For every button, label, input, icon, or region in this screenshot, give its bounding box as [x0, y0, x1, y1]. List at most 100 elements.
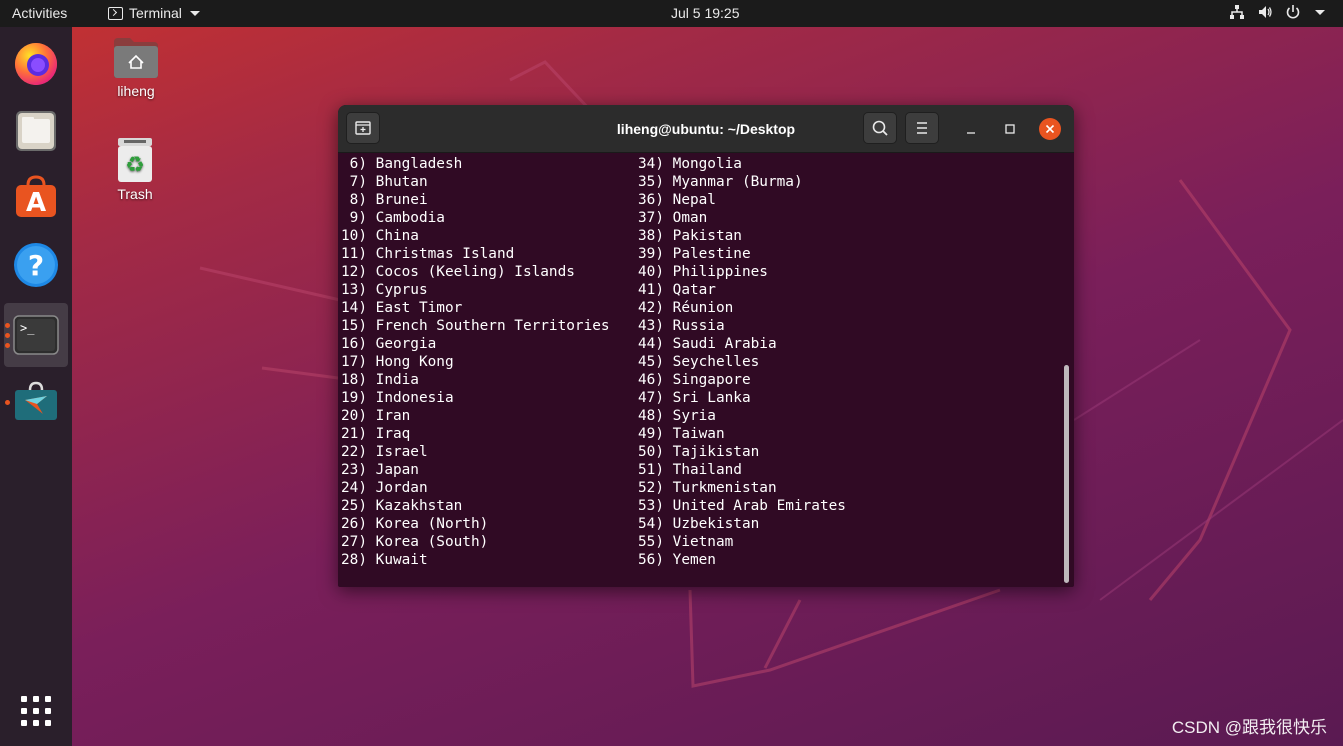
running-indicator [5, 333, 10, 338]
terminal-line: 42) Réunion [638, 300, 734, 316]
volume-icon [1259, 6, 1272, 18]
terminal-line: 44) Saudi Arabia [638, 336, 777, 352]
trash-icon: ♻ [118, 138, 152, 182]
terminal-line: 36) Nepal [638, 192, 716, 208]
top-bar: Activities Terminal Jul 5 19:25 [0, 0, 1343, 27]
terminal-line: 21) Iraq [341, 426, 411, 442]
terminal-line: 46) Singapore [638, 372, 751, 388]
dock-files[interactable] [0, 98, 72, 162]
terminal-line: 39) Palestine [638, 246, 751, 262]
power-icon [1286, 5, 1300, 19]
terminal-headerbar[interactable]: liheng@ubuntu: ~/Desktop [338, 105, 1074, 153]
terminal-line: 28) Kuwait [341, 552, 428, 568]
help-icon: ? [14, 243, 58, 287]
terminal-line: 50) Tajikistan [638, 444, 760, 460]
terminal-line: 17) Hong Kong [341, 354, 454, 370]
terminal-line: 41) Qatar [638, 282, 716, 298]
search-button[interactable] [863, 112, 897, 144]
activities-button[interactable]: Activities [12, 5, 67, 21]
minimize-button[interactable] [960, 118, 982, 140]
terminal-line: 9) Cambodia [341, 210, 445, 226]
terminal-line: 18) India [341, 372, 419, 388]
desktop-trash-label: Trash [117, 186, 153, 202]
svg-text:♻: ♻ [125, 153, 145, 178]
terminal-line: 35) Myanmar (Burma) [638, 174, 803, 190]
system-tray[interactable] [1229, 4, 1325, 20]
desktop-home-folder[interactable]: liheng [101, 36, 171, 99]
hamburger-menu-icon [917, 122, 927, 134]
terminal-line: 27) Korea (South) [341, 534, 489, 550]
tray-caret-down-icon [1315, 9, 1325, 15]
dock-terminal[interactable]: >_ [4, 303, 68, 367]
grid-icon [21, 696, 51, 726]
terminal-line: 34) Mongolia [638, 156, 742, 172]
country-list-left: 6) Bangladesh 7) Bhutan 8) Brunei 9) Cam… [341, 155, 610, 569]
menu-button[interactable] [905, 112, 939, 144]
svg-text:?: ? [28, 249, 44, 282]
terminal-line: 48) Syria [638, 408, 716, 424]
dock-software[interactable]: A [0, 165, 72, 229]
terminal-icon: >_ [13, 315, 59, 355]
show-applications-button[interactable] [0, 679, 72, 743]
terminal-line: 8) Brunei [341, 192, 428, 208]
terminal-line: 53) United Arab Emirates [638, 498, 846, 514]
terminal-line: 45) Seychelles [638, 354, 760, 370]
terminal-line: 54) Uzbekistan [638, 516, 760, 532]
terminal-line: 7) Bhutan [341, 174, 428, 190]
terminal-line: 38) Pakistan [638, 228, 742, 244]
terminal-window[interactable]: liheng@ubuntu: ~/Desktop 6) Bangladesh 7… [338, 105, 1074, 587]
close-button[interactable] [1039, 118, 1061, 140]
close-icon [1045, 124, 1055, 134]
clock[interactable]: Jul 5 19:25 [671, 5, 740, 21]
svg-text:>_: >_ [20, 321, 35, 335]
terminal-line: 55) Vietnam [638, 534, 734, 550]
prompt-line[interactable]: #? [341, 569, 444, 587]
terminal-app-icon [108, 6, 123, 20]
terminal-line: 6) Bangladesh [341, 156, 463, 172]
terminal-line: 26) Korea (North) [341, 516, 489, 532]
software-icon: A [16, 175, 56, 218]
terminal-line: 19) Indonesia [341, 390, 454, 406]
terminal-line: 14) East Timor [341, 300, 463, 316]
terminal-line: 16) Georgia [341, 336, 437, 352]
network-icon [1230, 5, 1244, 19]
terminal-line: 11) Christmas Island [341, 246, 515, 262]
terminal-line: 52) Turkmenistan [638, 480, 777, 496]
dock-installer[interactable] [0, 369, 72, 433]
terminal-line: 10) China [341, 228, 419, 244]
terminal-line: 25) Kazakhstan [341, 498, 463, 514]
firefox-icon [15, 43, 57, 85]
desktop-home-label: liheng [117, 83, 155, 99]
watermark: CSDN @跟我很快乐 [1171, 718, 1327, 737]
installer-icon [15, 381, 57, 420]
scrollbar[interactable] [1064, 365, 1069, 583]
dock-firefox[interactable] [0, 31, 72, 95]
running-indicator [5, 323, 10, 328]
app-menu[interactable]: Terminal [108, 5, 200, 21]
dock-help[interactable]: ? [0, 233, 72, 297]
running-indicator [5, 343, 10, 348]
terminal-line: 20) Iran [341, 408, 411, 424]
search-icon [872, 120, 888, 136]
terminal-line: 43) Russia [638, 318, 725, 334]
home-folder-icon [114, 38, 158, 78]
maximize-button[interactable] [999, 118, 1021, 140]
caret-down-icon [189, 10, 200, 16]
terminal-line: 37) Oman [638, 210, 708, 226]
desktop-trash[interactable]: ♻ Trash [100, 137, 170, 202]
terminal-line: 15) French Southern Territories [341, 318, 610, 334]
terminal-output[interactable]: 6) Bangladesh 7) Bhutan 8) Brunei 9) Cam… [338, 153, 1074, 587]
app-menu-label: Terminal [129, 5, 182, 21]
terminal-line: 49) Taiwan [638, 426, 725, 442]
terminal-line: 56) Yemen [638, 552, 716, 568]
dock: A ? >_ [0, 27, 72, 746]
terminal-line: 23) Japan [341, 462, 419, 478]
files-icon [16, 111, 56, 151]
terminal-line: 24) Jordan [341, 480, 428, 496]
minimize-icon [967, 132, 975, 134]
terminal-line: 22) Israel [341, 444, 428, 460]
terminal-line: 47) Sri Lanka [638, 390, 751, 406]
country-list-right: 34) Mongolia 35) Myanmar (Burma) 36) Nepal… [638, 155, 846, 569]
terminal-line: 40) Philippines [638, 264, 768, 280]
maximize-icon [1005, 124, 1015, 134]
